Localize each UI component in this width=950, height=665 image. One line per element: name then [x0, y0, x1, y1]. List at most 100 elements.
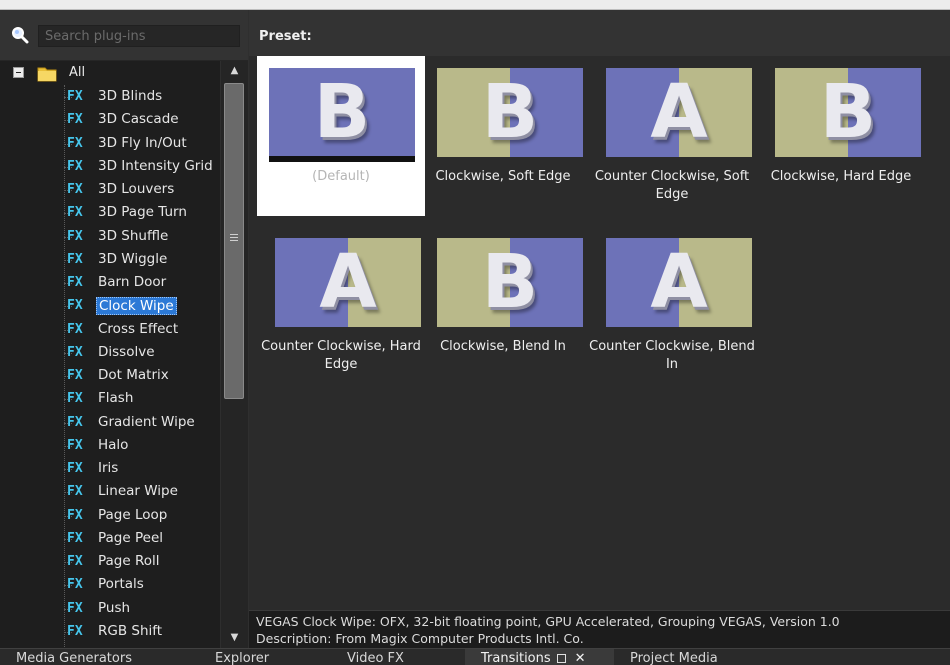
- fx-icon: FX: [67, 275, 83, 290]
- folder-icon: [37, 67, 57, 82]
- plugin-tree: All FX 3D Blinds FX 3D Cascade FX 3D Fly In/O…: [0, 61, 220, 648]
- scroll-up-arrow-icon[interactable]: ▲: [221, 61, 248, 81]
- fx-icon: FX: [67, 298, 83, 314]
- preset-letter: B: [481, 69, 539, 155]
- close-icon[interactable]: ✕: [575, 649, 586, 665]
- preset-thumbnail: B: [269, 68, 415, 156]
- tree-item[interactable]: FX Cross Effect: [0, 319, 220, 341]
- scroll-down-arrow-icon[interactable]: ▼: [221, 628, 248, 648]
- fx-icon: FX: [67, 112, 83, 128]
- tab-label: Explorer: [215, 651, 270, 665]
- search-bar: [0, 10, 248, 61]
- tree-item-label: Portals: [98, 576, 144, 593]
- tree-item[interactable]: FX Linear Wipe: [0, 481, 220, 503]
- window-restore-icon[interactable]: [556, 654, 566, 663]
- tree-item-label: Barn Door: [98, 274, 167, 290]
- window-top-border: [0, 0, 950, 10]
- tree-root-all[interactable]: All: [0, 63, 220, 85]
- tree-item[interactable]: FX Halo: [0, 435, 220, 457]
- tree-item[interactable]: FX Clock Wipe: [0, 295, 220, 317]
- fx-icon: FX: [67, 461, 83, 476]
- tree-item-label: Cross Effect: [98, 320, 179, 337]
- tab-video-fx[interactable]: Video FX: [331, 649, 465, 665]
- tree-item[interactable]: FX 3D Page Turn: [0, 202, 220, 224]
- tab-media-generators[interactable]: Media Generators: [0, 649, 199, 665]
- preset-grid: B (Default) B Clockwise, Soft Edge A Counter …: [249, 56, 950, 606]
- tree-item[interactable]: FX 3D Cascade: [0, 109, 220, 131]
- tree-item[interactable]: FX Flash: [0, 388, 220, 410]
- preset-letter: A: [650, 69, 708, 155]
- fx-icon: FX: [67, 368, 83, 383]
- preset-tile[interactable]: B (Default): [257, 56, 425, 216]
- tree-item[interactable]: FX RGB Shift: [0, 621, 220, 643]
- fx-icon: FX: [67, 623, 83, 639]
- preset-tile[interactable]: A Counter Clockwise, Soft Edge: [588, 56, 756, 216]
- preset-thumbnail: B: [437, 68, 583, 157]
- preset-letter: B: [481, 239, 539, 325]
- fx-icon: FX: [67, 414, 83, 430]
- tree-item-label: Flash: [98, 390, 134, 407]
- fx-icon: FX: [67, 135, 83, 151]
- preset-panel: Preset: B (Default) B Clockwise, Soft Edge A…: [249, 10, 950, 648]
- fx-icon: FX: [67, 321, 83, 337]
- preset-caption: Counter Clockwise, Soft Edge: [594, 169, 750, 202]
- tree-item-label: 3D Intensity Grid: [98, 157, 213, 174]
- fx-icon: FX: [67, 251, 83, 267]
- tab-explorer[interactable]: Explorer: [199, 649, 331, 665]
- tree-item-label: Page Peel: [98, 529, 163, 546]
- preset-tile[interactable]: B Clockwise, Blend In: [419, 226, 587, 386]
- tree-scrollbar[interactable]: ▲ ▼: [220, 61, 248, 648]
- preset-tile[interactable]: B Clockwise, Hard Edge: [757, 56, 925, 216]
- preset-tile[interactable]: B Clockwise, Soft Edge: [419, 56, 587, 216]
- fx-icon: FX: [67, 228, 83, 244]
- tree-item[interactable]: FX Push: [0, 598, 220, 620]
- tree-item-label: Page Loop: [98, 506, 168, 523]
- tree-item[interactable]: FX 3D Louvers: [0, 179, 220, 201]
- tree-item-label: 3D Fly In/Out: [98, 134, 187, 151]
- plugin-browser-panel: All FX 3D Blinds FX 3D Cascade FX 3D Fly In/O…: [0, 10, 248, 648]
- tree-item[interactable]: FX 3D Intensity Grid: [0, 156, 220, 178]
- plugin-info-status: VEGAS Clock Wipe: OFX, 32-bit floating p…: [249, 610, 950, 648]
- tree-item[interactable]: FX Dissolve: [0, 342, 220, 364]
- preset-caption: Counter Clockwise, Hard Edge: [261, 339, 421, 372]
- default-underline-bar: [269, 156, 415, 162]
- fx-icon: FX: [67, 507, 83, 523]
- tab-project-media[interactable]: Project Media: [614, 649, 784, 665]
- tree-item[interactable]: FX Gradient Wipe: [0, 412, 220, 434]
- collapse-icon[interactable]: [13, 67, 24, 78]
- preset-letter: A: [319, 239, 377, 325]
- search-input[interactable]: [38, 25, 240, 47]
- tree-item[interactable]: FX 3D Wiggle: [0, 249, 220, 271]
- tree-item-label: Clock Wipe: [96, 297, 177, 316]
- preset-caption: Clockwise, Hard Edge: [770, 169, 912, 184]
- tree-item-label: Push: [98, 599, 131, 616]
- preset-letter: B: [313, 69, 371, 155]
- preset-thumbnail: B: [437, 238, 583, 327]
- tree-item[interactable]: FX 3D Fly In/Out: [0, 133, 220, 155]
- search-icon[interactable]: [11, 26, 29, 44]
- preset-caption: (Default): [312, 169, 370, 184]
- preset-tile[interactable]: A Counter Clockwise, Blend In: [588, 226, 756, 386]
- preset-thumbnail: A: [275, 238, 421, 327]
- tree-item[interactable]: FX 3D Blinds: [0, 86, 220, 108]
- tree-item-label: 3D Wiggle: [98, 250, 168, 267]
- preset-tile[interactable]: A Counter Clockwise, Hard Edge: [257, 226, 425, 386]
- tree-item[interactable]: FX Portals: [0, 574, 220, 596]
- preset-thumbnail: A: [606, 238, 752, 327]
- tab-transitions[interactable]: Transitions ✕: [465, 649, 614, 665]
- tree-item[interactable]: FX Page Roll: [0, 551, 220, 573]
- tab-label: Media Generators: [16, 651, 132, 665]
- tree-item[interactable]: FX Barn Door: [0, 272, 220, 294]
- fx-icon: FX: [67, 205, 83, 221]
- preset-letter: B: [819, 69, 877, 155]
- fx-icon: FX: [67, 158, 83, 174]
- tree-item[interactable]: FX Iris: [0, 458, 220, 480]
- tree-item[interactable]: FX Dot Matrix: [0, 365, 220, 387]
- grip-icon: [230, 234, 238, 242]
- scroll-thumb[interactable]: [224, 83, 244, 399]
- tree-item[interactable]: FX 3D Shuffle: [0, 226, 220, 248]
- fx-icon: FX: [67, 344, 83, 360]
- tree-item[interactable]: FX Page Peel: [0, 528, 220, 550]
- tree-item[interactable]: FX Page Loop: [0, 505, 220, 527]
- fx-icon: FX: [67, 484, 83, 500]
